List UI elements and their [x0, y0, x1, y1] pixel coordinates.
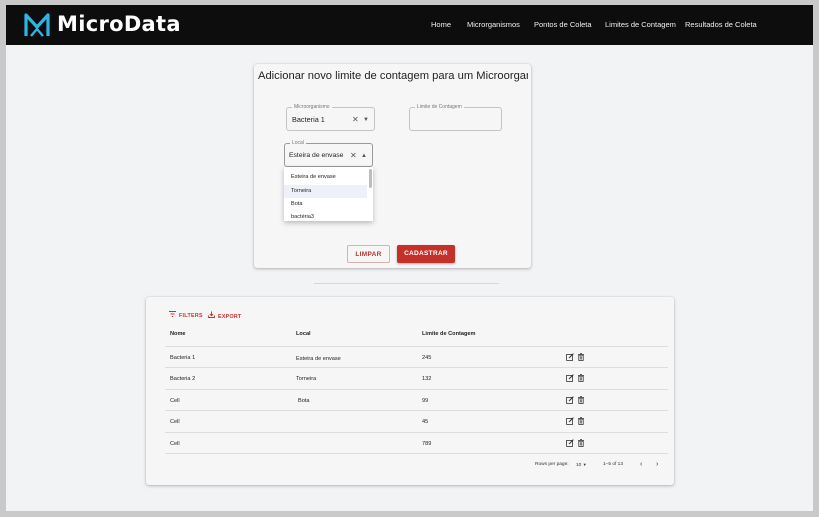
nav-pontos-de-coleta[interactable]: Pontos de Coleta	[534, 19, 592, 31]
nav-microrganismos[interactable]: Microrganismos	[467, 19, 520, 31]
dropdown-arrow-icon: ▼	[582, 462, 587, 467]
edit-icon[interactable]	[566, 396, 574, 404]
edit-icon[interactable]	[566, 439, 574, 447]
row-divider	[165, 453, 668, 454]
microdata-logo-icon[interactable]	[24, 12, 50, 38]
column-header-nome[interactable]: Nome	[170, 330, 186, 338]
cell-local: Torneira	[296, 376, 317, 382]
edit-icon[interactable]	[566, 417, 574, 425]
brand-name[interactable]: MicroData	[57, 10, 181, 39]
cell-local: Bota	[298, 398, 310, 404]
column-header-local[interactable]: Local	[296, 330, 311, 338]
filters-button[interactable]: FILTERS	[169, 311, 203, 320]
dropdown-option[interactable]: Torneira	[291, 187, 311, 195]
rows-per-page-label: Rows per page:	[535, 462, 569, 467]
dropdown-arrow-icon[interactable]: ▲	[361, 151, 367, 162]
cell-limite: 45	[422, 419, 429, 425]
dropdown-option[interactable]: Esteira de envase	[291, 173, 336, 181]
dropdown-option[interactable]: Bota	[291, 200, 303, 208]
delete-icon[interactable]	[577, 417, 585, 425]
local-value: Esteira de envase	[289, 152, 344, 159]
filters-label: FILTERS	[179, 313, 203, 319]
chevron-left-icon[interactable]: ‹	[640, 460, 642, 469]
microorganismo-label: Microorganismo	[292, 104, 332, 111]
export-label: EXPORT	[218, 314, 242, 320]
delete-icon[interactable]	[577, 374, 585, 382]
rows-per-page-select[interactable]: 10 ▼	[576, 461, 587, 470]
edit-icon[interactable]	[566, 353, 574, 361]
top-navbar: MicroData Home Microrganismos Pontos de …	[6, 5, 813, 45]
nav-limites-de-contagem[interactable]: Limites de Contagem	[605, 19, 676, 31]
app-window: MicroData Home Microrganismos Pontos de …	[6, 5, 813, 511]
header-divider	[165, 346, 668, 347]
cell-limite: 99	[422, 398, 429, 404]
column-header-limite[interactable]: Limite de Contagem	[422, 330, 475, 338]
limits-table-card: FILTERS EXPORT Nome Local Limite de Cont…	[146, 297, 674, 485]
cell-nome: Cell	[170, 419, 180, 425]
cell-limite: 789	[422, 441, 432, 447]
section-divider	[314, 283, 499, 284]
local-dropdown-list: Esteira de envase Torneira Bota bactéria…	[284, 167, 373, 221]
chevron-right-icon[interactable]: ›	[656, 460, 658, 469]
clear-icon[interactable]: ✕	[350, 150, 357, 161]
row-divider	[165, 410, 668, 411]
dropdown-arrow-icon[interactable]: ▼	[363, 115, 369, 126]
cell-nome: Bacteria 2	[170, 376, 196, 382]
clear-icon[interactable]: ✕	[352, 114, 359, 125]
clear-button[interactable]: LIMPAR	[347, 245, 390, 263]
cell-nome: Cell	[170, 398, 180, 404]
dropdown-scrollbar[interactable]	[369, 169, 372, 188]
cell-nome: Cell	[170, 441, 180, 447]
export-button[interactable]: EXPORT	[208, 311, 242, 321]
local-label: Local	[290, 140, 306, 147]
nav-resultados-de-coleta[interactable]: Resultados de Coleta	[685, 19, 757, 31]
row-divider	[165, 389, 668, 390]
form-title: Adicionar novo limite de contagem para u…	[258, 70, 528, 82]
dropdown-option[interactable]: bactéria3	[291, 213, 314, 221]
export-icon	[208, 311, 216, 321]
delete-icon[interactable]	[577, 396, 585, 404]
microorganismo-value: Bacteria 1	[292, 115, 325, 124]
delete-icon[interactable]	[577, 353, 585, 361]
edit-icon[interactable]	[566, 374, 574, 382]
rows-per-page-value: 10	[576, 463, 582, 468]
row-divider	[165, 367, 668, 368]
pagination-range: 1–5 of 13	[603, 462, 624, 467]
row-divider	[165, 432, 668, 433]
limite-contagem-label: Limite de Contagem	[415, 104, 464, 111]
cell-limite: 245	[422, 355, 432, 361]
nav-home[interactable]: Home	[431, 19, 451, 31]
local-select[interactable]: Local Esteira de envase ✕ ▲	[284, 140, 373, 167]
cell-limite: 132	[422, 376, 432, 382]
filter-icon	[169, 311, 177, 320]
microorganismo-select[interactable]: Microorganismo Bacteria 1 ✕ ▼	[286, 104, 375, 131]
submit-button[interactable]: CADASTRAR	[397, 245, 455, 263]
limite-contagem-input[interactable]: Limite de Contagem	[409, 104, 502, 131]
cell-nome: Bacteria 1	[170, 355, 196, 361]
cell-local: Esteira de envase	[296, 356, 341, 362]
delete-icon[interactable]	[577, 439, 585, 447]
limit-form-card: Adicionar novo limite de contagem para u…	[254, 64, 531, 268]
